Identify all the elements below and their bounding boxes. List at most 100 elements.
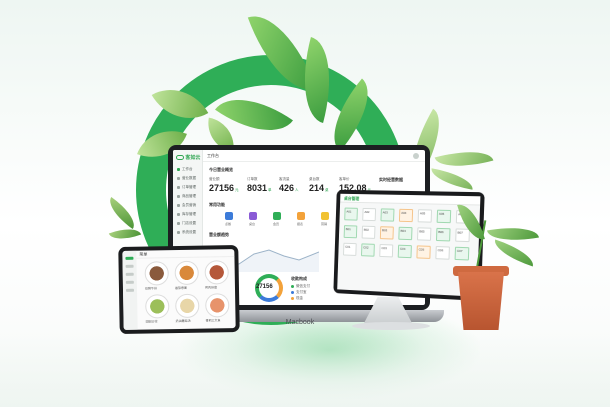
dish-image[interactable] <box>175 293 200 319</box>
stat-value: 214桌 <box>309 183 329 193</box>
leaf-decoration <box>103 196 141 230</box>
trend-title: 营业额趋势 <box>209 232 229 237</box>
table-tile[interactable]: B04 <box>398 226 413 241</box>
dish-caption: 奶油蘑菇汤 <box>175 318 191 324</box>
stat-value: 426人 <box>279 183 299 193</box>
nav-item[interactable] <box>125 280 134 284</box>
hero-banner: 客如云 工作台 营业数据 订单管理 商品管理 会员营销 库存管理 门店设置 系统… <box>0 0 610 407</box>
member-icon <box>177 203 180 207</box>
sidebar-item-orders[interactable]: 订单管理 <box>177 184 199 190</box>
stat-label: 桌台数 <box>309 177 320 181</box>
table-tile-label: A02 <box>364 209 370 215</box>
sidebar-item-members[interactable]: 会员营销 <box>177 202 199 208</box>
table-tile[interactable]: B07 <box>455 228 470 243</box>
table-tile-label: C02 <box>363 245 369 250</box>
table-tile[interactable]: C01 <box>343 242 357 256</box>
table-tile[interactable]: C07 <box>454 246 470 261</box>
stat-label: 营业额 <box>209 177 220 181</box>
nav-item[interactable] <box>125 272 134 276</box>
table-tile[interactable]: C03 <box>379 244 394 258</box>
leaf-decoration <box>108 223 142 245</box>
stat-label: 订单数 <box>247 177 258 181</box>
leaf-decoration <box>429 168 475 190</box>
quick-label: 营销 <box>321 222 328 226</box>
table-tile-label: A04 <box>401 210 407 215</box>
topbar: 工作台 <box>203 150 425 162</box>
dish-image[interactable] <box>174 260 199 286</box>
table-tile[interactable]: A02 <box>362 207 377 222</box>
table-tile[interactable]: A05 <box>417 209 433 223</box>
gear-icon <box>177 230 180 234</box>
legend-item: 支付宝 <box>291 290 307 295</box>
sidebar-item-stock[interactable]: 库存管理 <box>177 211 199 217</box>
order-quick-icon[interactable] <box>225 212 233 220</box>
table-tile-label: B07 <box>457 230 464 235</box>
quick-title: 常用功能 <box>209 202 225 207</box>
sidebar-item-home[interactable]: 工作台 <box>177 166 199 172</box>
table-tile[interactable]: A06 <box>436 209 452 224</box>
table-tile[interactable]: A04 <box>398 208 414 223</box>
sidebar-item-sales[interactable]: 营业数据 <box>177 175 199 181</box>
menu-window: 菜单 招牌牛排 番茄意面 烤肉拼盘 田园沙拉 奶油蘑菇汤 香煎三文鱼 <box>122 249 236 330</box>
page-title: 工作台 <box>207 153 219 158</box>
brand-name: 客如云 <box>185 155 201 161</box>
member-quick-icon[interactable] <box>273 212 281 220</box>
stat-value: 8031单 <box>247 183 272 193</box>
table-tile-label: A06 <box>438 211 445 216</box>
table-tile[interactable]: A01 <box>344 207 358 221</box>
table-tile[interactable]: B02 <box>361 225 376 239</box>
table-tile[interactable]: C02 <box>361 243 375 257</box>
avatar[interactable] <box>413 153 419 159</box>
dish-image[interactable] <box>145 294 170 319</box>
table-tile-label: A03 <box>382 210 388 215</box>
order-icon <box>177 185 180 189</box>
stat-label: 客流量 <box>279 177 290 181</box>
logo-icon <box>176 155 184 161</box>
brand-logo: 客如云 <box>176 154 200 161</box>
table-tile-label: C04 <box>399 246 406 251</box>
dish-image[interactable] <box>204 260 229 285</box>
legend-item: 微信支付 <box>291 284 310 289</box>
table-tile[interactable]: B03 <box>379 226 394 240</box>
legend-item: 现金 <box>291 296 303 301</box>
quick-label: 会员 <box>273 222 280 226</box>
table-tile[interactable]: B06 <box>435 227 451 242</box>
table-tile-label: C05 <box>418 247 425 252</box>
table-tile[interactable]: C06 <box>435 246 450 260</box>
marketing-quick-icon[interactable] <box>321 212 329 220</box>
leaf-decoration <box>490 239 538 267</box>
sidebar-item-store[interactable]: 门店设置 <box>177 220 199 226</box>
gauge-title: 收款构成 <box>291 276 307 281</box>
table-tile[interactable]: C04 <box>397 244 412 259</box>
table-tile[interactable]: A03 <box>380 208 395 222</box>
table-tile-label: C07 <box>456 248 463 254</box>
store-icon <box>177 221 180 225</box>
table-tile[interactable]: B05 <box>417 227 432 241</box>
quick-label: 点餐 <box>225 222 232 226</box>
tablet-nav <box>122 250 138 330</box>
table-tile-label: B03 <box>382 228 388 233</box>
tablet-title: 菜单 <box>139 251 148 257</box>
quick-label: 桌台 <box>249 222 256 226</box>
table-tile[interactable]: C05 <box>416 245 431 259</box>
sidebar-item-settings[interactable]: 系统设置 <box>177 229 199 235</box>
nav-item[interactable] <box>125 264 134 268</box>
gauge-value: 27156 <box>256 284 273 290</box>
table-quick-icon[interactable] <box>249 212 257 220</box>
chart-icon <box>177 176 180 180</box>
pos-title: 桌台管理 <box>343 195 360 201</box>
dish-image[interactable] <box>144 261 169 286</box>
table-tile[interactable]: B01 <box>343 225 358 239</box>
dish-caption: 招牌牛排 <box>144 286 158 291</box>
flower-pot <box>458 272 504 330</box>
nav-item[interactable] <box>125 288 135 292</box>
table-tile-label: B04 <box>400 228 406 233</box>
stat-value: 27156元 <box>209 183 239 193</box>
pos-foot <box>352 322 430 330</box>
report-quick-icon[interactable] <box>297 212 305 220</box>
sidebar-item-goods[interactable]: 商品管理 <box>177 193 199 199</box>
table-tile-label: C06 <box>437 248 444 253</box>
floor <box>0 330 610 407</box>
dish-image[interactable] <box>205 293 230 318</box>
nav-item[interactable] <box>125 256 134 260</box>
